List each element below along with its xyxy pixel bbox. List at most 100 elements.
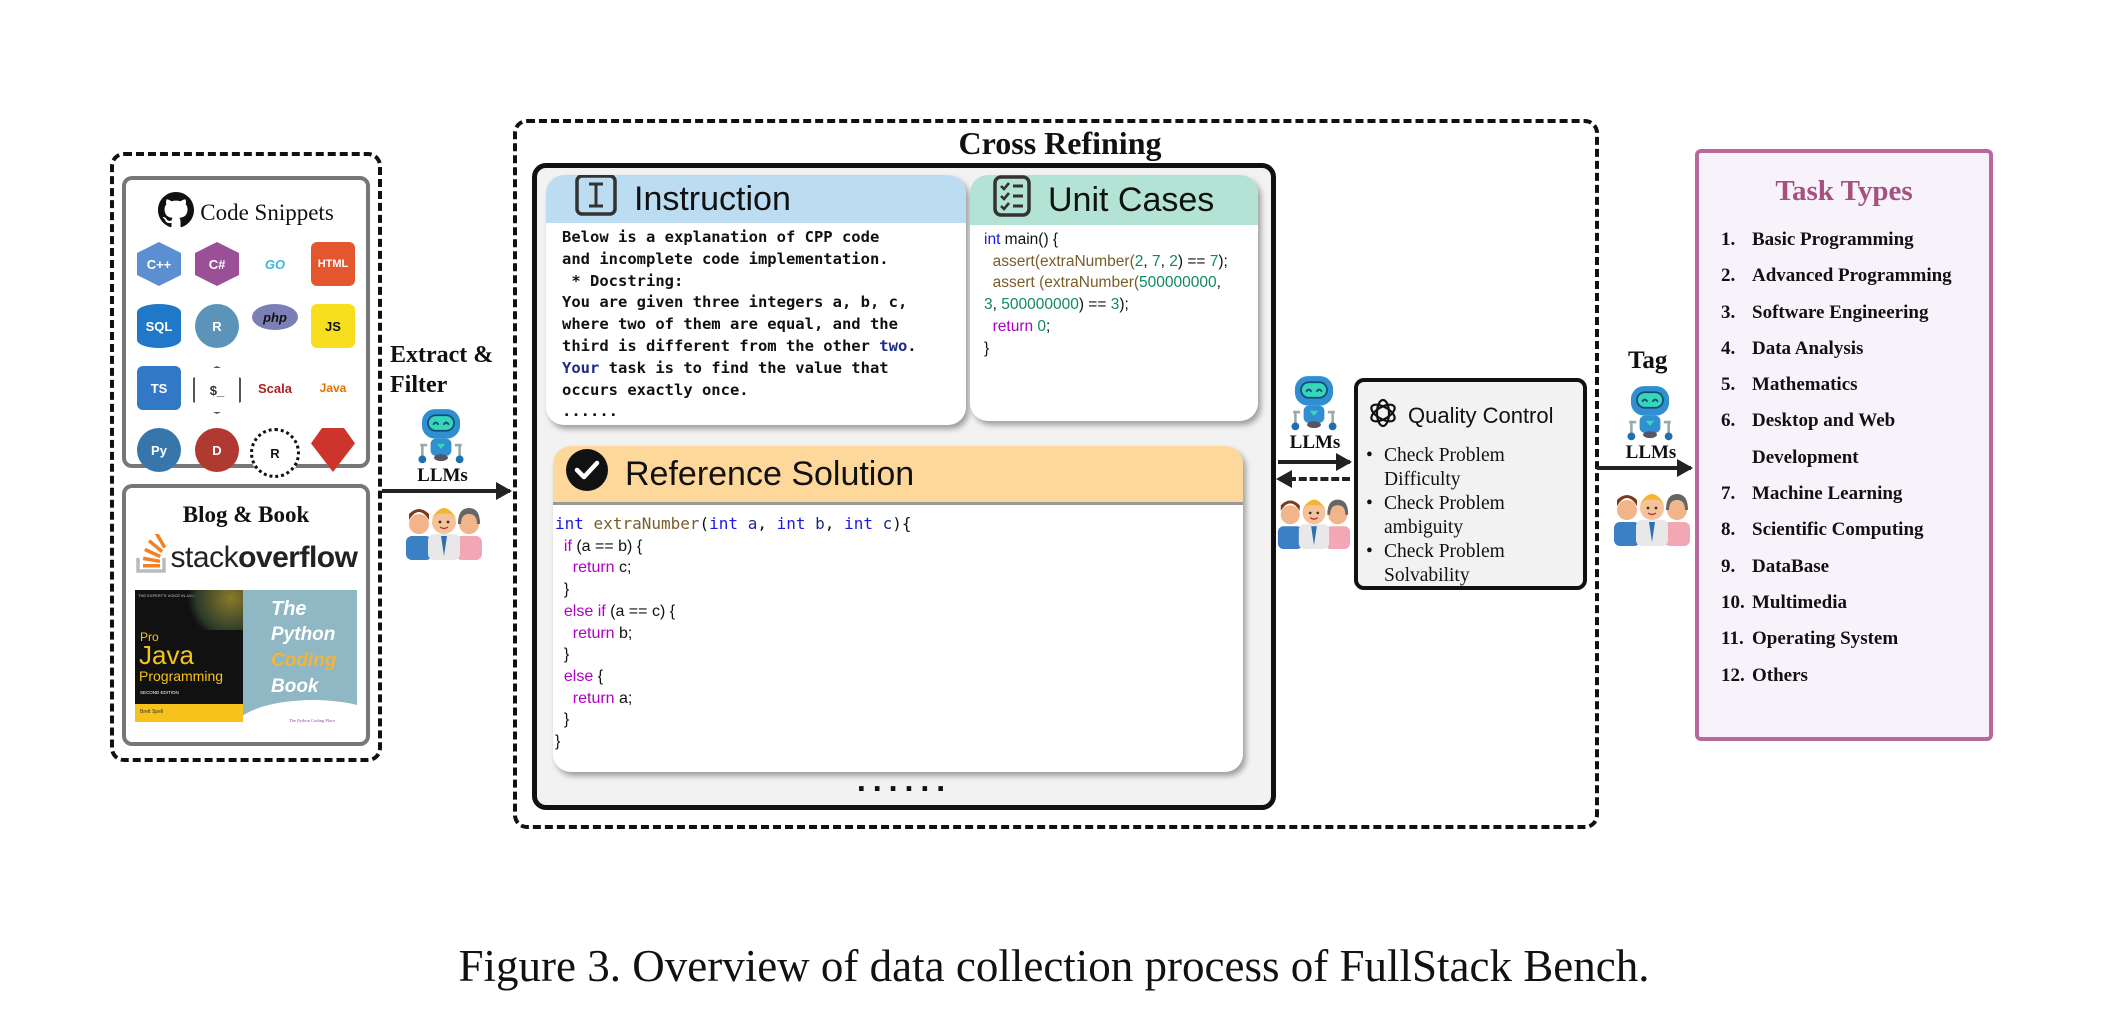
language-icon-python: Py <box>134 428 184 486</box>
quality-check-label: Check Problem ambiguity <box>1384 493 1505 538</box>
extract-arrow <box>382 482 512 500</box>
tag-label: Tag <box>1628 347 1668 374</box>
task-type-label: Operating System <box>1752 628 1899 650</box>
task-type-number: 10. <box>1721 591 1745 613</box>
language-badge: Java <box>319 381 347 395</box>
language-badge: TS <box>137 366 181 410</box>
task-type-number: 6. <box>1721 410 1736 432</box>
book-cover-python-coding: The Python Coding Book The Python Coding… <box>243 590 357 730</box>
stackoverflow-logo: stack overflow <box>126 532 366 582</box>
task-type-item: 4. Data Analysis <box>1721 331 1989 367</box>
cross-refining-title: Cross Refining <box>958 125 1162 161</box>
book-art <box>183 590 243 630</box>
task-type-label: Basic Programming <box>1752 229 1914 250</box>
qc-forward-arrow <box>1278 453 1352 471</box>
language-badge: Py <box>137 428 181 472</box>
reference-solution-code: int extraNumber(int a, int b, int c){ if… <box>555 514 912 751</box>
figure-caption: Figure 3. Overview of data collection pr… <box>458 941 1650 991</box>
language-icon-grid: C++ C# GO HTML SQL Rphp JS TS $_ Scala Java Py D R ◆ <box>126 242 366 486</box>
task-type-number: 8. <box>1721 519 1736 541</box>
language-icon-r: R <box>192 304 242 362</box>
checklist-icon <box>992 175 1032 227</box>
blog-book-box: Blog & Book stack overflow THE EXPERT'S V… <box>122 484 370 746</box>
task-type-item: 10. Multimedia <box>1721 585 1989 621</box>
language-badge: SQL <box>137 304 181 348</box>
reference-solution-panel: Reference Solution int extraNumber(int a… <box>553 446 1243 772</box>
llm-robot-icon <box>415 405 467 467</box>
code-snippets-title: Code Snippets <box>126 192 366 234</box>
language-icon-rust: R <box>250 428 300 486</box>
extract-filter-label: Extract & Filter <box>390 342 494 398</box>
highlighted-word: two <box>879 336 908 355</box>
highlighted-word: Your <box>562 358 600 377</box>
instruction-line: You are given three integers a, b, c, <box>562 293 908 312</box>
task-type-number: 7. <box>1721 483 1736 505</box>
reference-solution-header: Reference Solution <box>553 446 1243 505</box>
language-icon-scala: Scala <box>250 366 300 424</box>
bullet-icon: • <box>1366 541 1373 562</box>
task-type-number: 9. <box>1721 555 1736 577</box>
qc-feedback-arrowhead <box>1276 470 1292 488</box>
language-icon-c-: C# <box>192 242 242 300</box>
task-type-item: 1. Basic Programming <box>1721 222 1989 258</box>
task-type-item: 6. Desktop and Web Development <box>1721 403 1989 476</box>
language-badge: D <box>195 428 239 472</box>
task-type-label: Scientific Computing <box>1752 519 1924 541</box>
instruction-line: ...... <box>562 402 618 421</box>
unit-cases-header: Unit Cases <box>970 175 1258 225</box>
human-annotators-icon <box>404 500 484 560</box>
language-icon-go: GO <box>250 242 300 300</box>
instruction-text: Below is a explanation of CPP code and in… <box>546 223 966 423</box>
unit-cases-panel: Unit Cases int main() { assert(extraNumb… <box>970 175 1258 421</box>
more-samples-ellipsis: ...... <box>856 768 952 798</box>
instruction-line: and incomplete code implementation. <box>562 249 889 268</box>
quality-control-title: Quality Control <box>1366 396 1583 436</box>
task-type-label: Desktop and Web Development <box>1752 410 1896 468</box>
language-badge: HTML <box>311 242 355 286</box>
tag-arrow <box>1597 459 1693 477</box>
task-type-label: Multimedia <box>1752 591 1847 613</box>
task-type-item: 9. DataBase <box>1721 549 1989 585</box>
task-types-box: Task Types 1. Basic Programming 2. Advanced… <box>1695 149 1993 741</box>
language-badge: R <box>250 428 300 478</box>
task-type-number: 1. <box>1721 229 1736 250</box>
task-type-number: 12. <box>1721 664 1745 686</box>
github-icon <box>158 192 195 234</box>
tag-human-annotators-icon <box>1612 486 1692 546</box>
task-type-label: Software Engineering <box>1752 301 1929 323</box>
source-group: Code Snippets C++ C# GO HTML SQL Rphp JS TS $_ Sc… <box>110 152 382 762</box>
task-type-item: 3. Software Engineering <box>1721 295 1989 331</box>
language-badge: GO <box>264 256 286 272</box>
task-type-label: Machine Learning <box>1752 483 1903 505</box>
quality-check-item: • Check Problem ambiguity <box>1366 492 1583 540</box>
text-cursor-icon <box>574 175 618 226</box>
task-type-number: 2. <box>1721 265 1736 287</box>
stackoverflow-icon <box>135 532 169 582</box>
task-type-label: DataBase <box>1752 555 1830 577</box>
bullet-icon: • <box>1366 445 1373 466</box>
language-badge: R <box>195 304 239 348</box>
task-types-list: 1. Basic Programming 2. Advanced Programmin… <box>1699 222 1989 694</box>
task-type-item: 12. Others <box>1721 658 1989 694</box>
task-type-label: Others <box>1752 664 1808 686</box>
blog-book-title: Blog & Book <box>182 502 310 527</box>
task-type-item: 11. Operating System <box>1721 621 1989 657</box>
bullet-icon: • <box>1366 493 1373 514</box>
task-type-item: 7. Machine Learning <box>1721 476 1989 512</box>
instruction-header: Instruction <box>546 175 966 223</box>
instruction-line: Below is a explanation of CPP code <box>562 228 880 246</box>
task-type-label: Data Analysis <box>1752 337 1864 359</box>
qc-feedback-arrow <box>1288 477 1350 481</box>
language-badge: C# <box>195 242 239 286</box>
language-badge: $_ <box>193 366 241 414</box>
language-badge: ◆ <box>311 428 355 472</box>
task-type-number: 11. <box>1721 628 1744 650</box>
language-icon-typescript: TS <box>134 366 184 424</box>
task-type-item: 8. Scientific Computing <box>1721 512 1989 548</box>
task-type-number: 4. <box>1721 337 1736 359</box>
code-snippets-box: Code Snippets C++ C# GO HTML SQL Rphp JS TS $_ Sc… <box>122 176 370 478</box>
unit-cases-code: int main() { assert(extraNumber(2, 7, 2)… <box>984 231 1228 357</box>
task-type-item: 2. Advanced Programming <box>1721 258 1989 294</box>
task-type-number: 3. <box>1721 301 1736 323</box>
task-type-item: 5. Mathematics <box>1721 367 1989 403</box>
